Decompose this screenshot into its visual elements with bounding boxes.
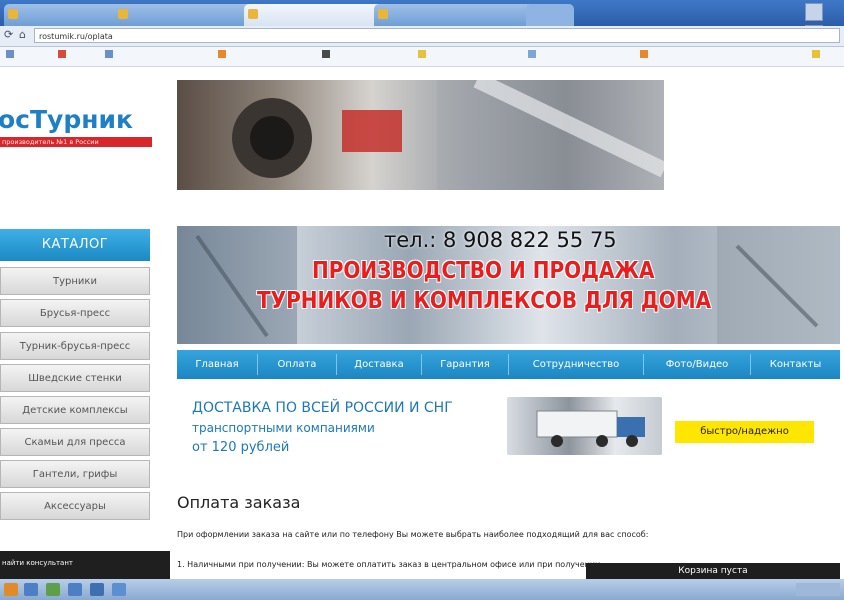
home-icon[interactable]: ⌂ bbox=[19, 28, 26, 41]
favicon-icon bbox=[248, 9, 258, 19]
taskbar-app-icon[interactable] bbox=[46, 583, 60, 596]
browser-tab-bar: × × × × bbox=[0, 0, 844, 43]
bookmark-icon bbox=[322, 50, 330, 58]
nav-item[interactable]: Оплата bbox=[258, 350, 336, 379]
taskbar-app-icon[interactable] bbox=[24, 583, 38, 596]
delivery-banner[interactable]: ДОСТАВКА ПО ВСЕЙ РОССИИ И СНГ транспортн… bbox=[177, 385, 840, 465]
new-tab-button[interactable] bbox=[526, 4, 574, 26]
catalog-item[interactable]: Аксессуары bbox=[0, 492, 150, 520]
bookmark-icon bbox=[58, 50, 66, 58]
banner-headline-line2: ТУРНИКОВ И КОМПЛЕКСОВ ДЛЯ ДОМА bbox=[257, 288, 712, 314]
delivery-subline: транспортными компаниями bbox=[192, 421, 375, 435]
window-controls bbox=[804, 3, 840, 43]
bookmark-item[interactable] bbox=[322, 50, 333, 59]
logo-text: осТурник bbox=[0, 105, 133, 134]
start-icon[interactable] bbox=[4, 583, 18, 596]
minimize-button[interactable] bbox=[805, 3, 823, 21]
truck-icon bbox=[536, 410, 645, 447]
address-bar-row: ⟳ ⌂ rostumik.ru/oplata bbox=[0, 26, 844, 47]
taskbar-app-icon[interactable] bbox=[68, 583, 82, 596]
cart-widget[interactable]: Корзина пуста bbox=[586, 563, 840, 579]
bookmark-icon bbox=[105, 50, 113, 58]
nav-item[interactable]: Фото/Видео bbox=[644, 350, 750, 379]
browser-tab[interactable]: × bbox=[4, 4, 130, 26]
bookmark-icon bbox=[528, 50, 536, 58]
consultant-chat-widget[interactable]: найти консультант bbox=[0, 551, 170, 579]
nav-item[interactable]: Доставка bbox=[337, 350, 421, 379]
bookmark-item[interactable] bbox=[218, 50, 229, 59]
favicon-icon bbox=[378, 9, 388, 19]
taskbar-app-icon[interactable] bbox=[112, 583, 126, 596]
bookmark-icon bbox=[418, 50, 426, 58]
os-taskbar bbox=[0, 579, 844, 600]
catalog-item[interactable]: Гантели, грифы bbox=[0, 460, 150, 488]
catalog-item[interactable]: Турник-брусья-пресс bbox=[0, 332, 150, 360]
machine-photo bbox=[232, 80, 664, 190]
favicon-icon bbox=[8, 9, 18, 19]
catalog-item[interactable]: Шведские стенки bbox=[0, 364, 150, 392]
nav-item[interactable]: Сотрудничество bbox=[509, 350, 643, 379]
back-icon[interactable]: ⟳ bbox=[4, 28, 13, 41]
catalog-item[interactable]: Брусья-пресс bbox=[0, 299, 150, 327]
taskbar-app-icon[interactable] bbox=[90, 583, 104, 596]
catalog-item[interactable]: Детские комплексы bbox=[0, 396, 150, 424]
bookmark-item[interactable] bbox=[528, 50, 539, 59]
nav-item[interactable]: Главная bbox=[177, 350, 257, 379]
bookmarks-bar bbox=[0, 47, 844, 67]
banner-headline-line1: ПРОИЗВОДСТВО И ПРОДАЖА bbox=[312, 258, 655, 284]
logo-tagline: производитель №1 в России bbox=[0, 137, 152, 147]
nav-item[interactable]: Контакты bbox=[751, 350, 840, 379]
page-title: Оплата заказа bbox=[177, 493, 301, 512]
bookmark-item[interactable] bbox=[6, 50, 17, 59]
bookmark-item[interactable] bbox=[418, 50, 429, 59]
nav-item[interactable]: Гарантия bbox=[422, 350, 508, 379]
site-logo[interactable]: осТурник производитель №1 в России bbox=[0, 106, 160, 158]
other-bookmarks-folder[interactable] bbox=[812, 50, 823, 59]
address-input[interactable]: rostumik.ru/oplata bbox=[34, 28, 840, 43]
main-promo-banner: тел.: 8 908 822 55 75 ПРОИЗВОДСТВО И ПРО… bbox=[177, 226, 840, 344]
payment-option-1: 1. Наличными при получении: Вы можете оп… bbox=[177, 560, 608, 569]
bookmark-icon bbox=[640, 50, 648, 58]
truck-image bbox=[507, 397, 662, 455]
bookmark-icon bbox=[218, 50, 226, 58]
system-tray[interactable] bbox=[796, 583, 840, 596]
browser-tab-active[interactable]: × bbox=[244, 4, 390, 26]
header-photo-banner bbox=[177, 80, 664, 190]
bookmark-item[interactable] bbox=[58, 50, 69, 59]
bookmark-item[interactable] bbox=[105, 50, 116, 59]
fast-delivery-badge: быстро/надежно bbox=[675, 421, 814, 443]
main-navigation: Главная Оплата Доставка Гарантия Сотрудн… bbox=[177, 350, 840, 379]
payment-intro: При оформлении заказа на сайте или по те… bbox=[177, 530, 649, 539]
bookmark-item[interactable] bbox=[640, 50, 651, 59]
delivery-price: от 120 рублей bbox=[192, 440, 290, 455]
favicon-icon bbox=[118, 9, 128, 19]
folder-icon bbox=[812, 50, 820, 58]
browser-tab[interactable]: × bbox=[114, 4, 260, 26]
bookmark-icon bbox=[6, 50, 14, 58]
catalog-item[interactable]: Скамьи для пресса bbox=[0, 428, 150, 456]
browser-tab[interactable]: × bbox=[374, 4, 542, 26]
delivery-headline: ДОСТАВКА ПО ВСЕЙ РОССИИ И СНГ bbox=[192, 400, 453, 416]
catalog-item[interactable]: Турники bbox=[0, 267, 150, 295]
phone-number: тел.: 8 908 822 55 75 bbox=[384, 228, 617, 252]
catalog-header: КАТАЛОГ bbox=[0, 229, 150, 261]
